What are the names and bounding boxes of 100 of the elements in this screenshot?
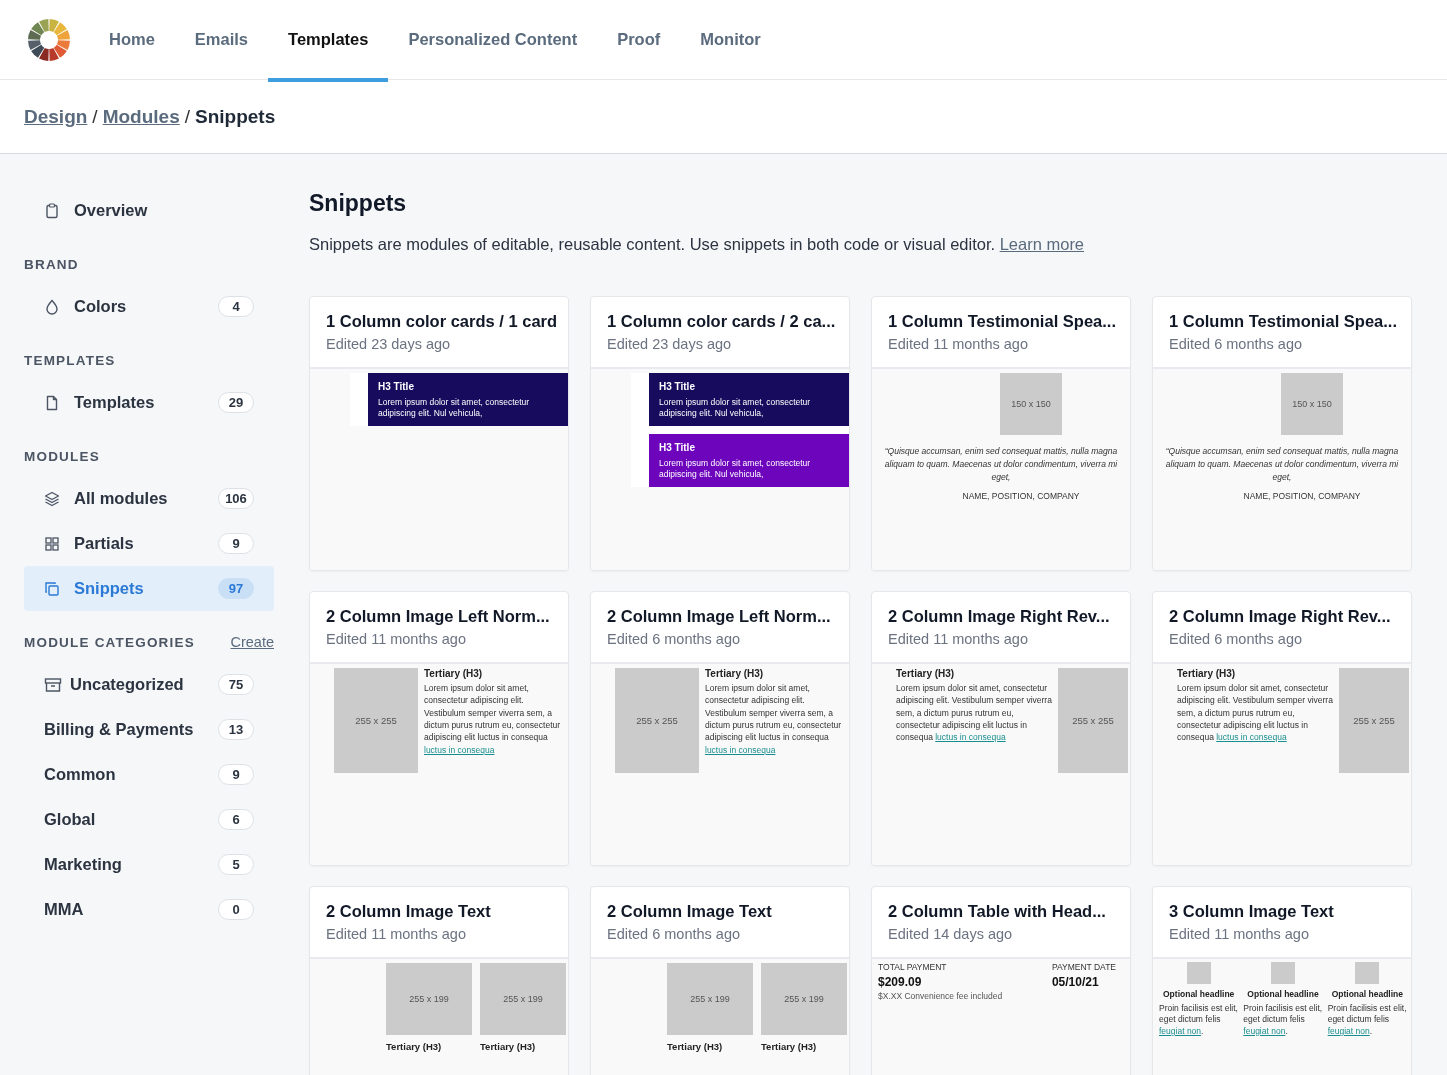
learn-more-link[interactable]: Learn more xyxy=(999,235,1085,253)
nav-tab[interactable]: Personalized Content xyxy=(388,0,598,82)
image-placeholder: 255 x 199 xyxy=(386,963,472,1035)
sidebar-item[interactable]: Marketing 5 xyxy=(24,842,274,887)
preview-link[interactable]: feugiat non xyxy=(1327,1025,1370,1036)
count-badge: 13 xyxy=(218,719,254,740)
nav-tab[interactable]: Proof xyxy=(597,0,681,82)
breadcrumb-separator: / xyxy=(184,105,190,128)
preview-paragraph: Lorem ipsum dolor sit amet, consectetur adipiscing elit. Vestibulum semper viverra sem, a dictum purus rutrum eu, consectetur adipiscing elit luctus in consequa luctus in consequa xyxy=(424,682,562,756)
snippet-card[interactable]: 2 Column Image Text Edited 11 months ago 255 x 199 Tertiary (H3) 255 x 199 Tertiary (H3) xyxy=(309,886,569,1075)
preview-link[interactable]: luctus in consequa xyxy=(705,744,776,755)
testimonial-quote: “Quisque accumsan, enim sed consequat mattis, nulla magna aliquam to quam. Maecenas ut dolor condimentum, viverra mi eget, xyxy=(883,445,1119,484)
breadcrumb-link[interactable]: Design xyxy=(24,105,88,128)
sidebar-item[interactable]: Templates 29 xyxy=(24,380,274,425)
breadcrumb-separator: / xyxy=(92,105,98,128)
preview-heading: Tertiary (H3) xyxy=(480,1041,537,1052)
snippet-card[interactable] xyxy=(590,296,850,571)
nav-tab[interactable]: Templates xyxy=(268,0,389,82)
count-badge: 29 xyxy=(218,392,254,413)
preview-heading: Tertiary (H3) xyxy=(1177,668,1237,679)
count-badge: 6 xyxy=(218,809,254,830)
page-title: Snippets xyxy=(309,190,408,217)
sidebar-item[interactable]: Colors 4 xyxy=(24,284,274,329)
image-placeholder: 150 x 150 xyxy=(1000,373,1062,435)
archive-icon xyxy=(44,676,62,693)
card-title: 2 Column Table with Head... xyxy=(888,902,1107,921)
card-title: 2 Column Image Left Norm... xyxy=(607,607,832,626)
card-title: 3 Column Image Text xyxy=(1169,902,1335,921)
sidebar-item[interactable]: All modules 106 xyxy=(24,476,274,521)
sidebar-item[interactable]: Snippets 97 xyxy=(24,566,274,611)
preview-link[interactable]: luctus in consequa xyxy=(424,744,495,755)
sidebar-item[interactable]: Overview xyxy=(24,188,274,233)
image-placeholder: 150 x 150 xyxy=(1281,373,1343,435)
card-edited-date: Edited 14 days ago xyxy=(888,926,1014,942)
preview-heading: Optional headline xyxy=(1163,989,1235,999)
card-edited-date: Edited 11 months ago xyxy=(1169,926,1310,942)
card-edited-date: Edited 6 months ago xyxy=(1169,336,1303,352)
snippet-card[interactable]: 2 Column Image Text Edited 6 months ago 255 x 199 Tertiary (H3) 255 x 199 Tertiary (H3) xyxy=(590,886,850,1075)
card-title: 2 Column Image Right Rev... xyxy=(1169,607,1392,626)
image-placeholder xyxy=(1186,962,1211,984)
count-badge: 9 xyxy=(218,764,254,785)
testimonial-quote: “Quisque accumsan, enim sed consequat mattis, nulla magna aliquam to quam. Maecenas ut dolor condimentum, viverra mi eget, xyxy=(1164,445,1400,484)
preview-paragraph: Lorem ipsum dolor sit amet, consectetur adipiscing elit. Vestibulum semper viverra sem, a dictum purus rutrum eu, consectetur adipiscing elit luctus in consequa luctus in consequa xyxy=(705,682,843,756)
sidebar-item[interactable]: Common 9 xyxy=(24,752,274,797)
card-edited-date: Edited 11 months ago xyxy=(888,631,1029,647)
card-edited-date: Edited 23 days ago xyxy=(607,336,733,352)
preview-heading: Tertiary (H3) xyxy=(424,668,484,679)
preview-paragraph: Lorem ipsum dolor sit amet, consectetur adipiscing elit. Vestibulum semper viverra sem, a dictum purus rutrum eu, consectetur adipiscing elit luctus in consequa luctus in consequa xyxy=(1177,682,1333,744)
card-edited-date: Edited 6 months ago xyxy=(1169,631,1303,647)
preview-paragraph: Proin facilisis est elit, eget dictum felis feugiat non. xyxy=(1243,1003,1323,1038)
breadcrumb-current: Snippets xyxy=(195,105,276,128)
logo-icon[interactable] xyxy=(27,17,71,62)
section-heading: TEMPLATES xyxy=(24,352,116,368)
card-title: 1 Column Testimonial Spea... xyxy=(1169,312,1395,331)
card-title: 2 Column Image Text xyxy=(607,902,773,921)
sidebar-item[interactable]: Global 6 xyxy=(24,797,274,842)
payment-label: PAYMENT DATE xyxy=(1051,962,1116,972)
droplet-icon xyxy=(44,298,60,315)
color-card-text: Lorem ipsum dolor sit amet, consectetur adipiscing elit. Nul vehicula, xyxy=(378,397,531,420)
preview-heading: Tertiary (H3) xyxy=(761,1041,818,1052)
count-badge: 97 xyxy=(218,578,254,599)
sidebar-item[interactable]: MMA 0 xyxy=(24,887,274,932)
color-card-text: Lorem ipsum dolor sit amet, consectetur adipiscing elit. Nul vehicula, xyxy=(659,397,812,420)
image-placeholder xyxy=(1271,962,1295,984)
card-title: 1 Column color cards / 2 ca... xyxy=(607,312,833,331)
color-card-text: Lorem ipsum dolor sit amet, consectetur adipiscing elit. Nul vehicula, xyxy=(659,458,812,481)
sidebar-item[interactable]: Partials 9 xyxy=(24,521,274,566)
card-edited-date: Edited 11 months ago xyxy=(326,631,467,647)
preview-heading: Tertiary (H3) xyxy=(386,1041,443,1052)
sidebar-item[interactable]: Uncategorized 75 xyxy=(24,662,274,707)
snippet-card[interactable]: 1 Column color cards / 1 card Edited 23 days ago H3 Title Lorem ipsum dolor sit amet, consectetur adipiscing elit. Nul vehicula, xyxy=(309,296,569,571)
preview-heading: Optional headline xyxy=(1247,989,1319,999)
section-heading: MODULES xyxy=(24,448,100,464)
testimonial-attribution: NAME, POSITION, COMPANY xyxy=(1243,491,1361,502)
nav-tab[interactable]: Home xyxy=(89,0,175,82)
preview-paragraph: Proin facilisis est elit, eget dictum felis feugiat non. xyxy=(1327,1003,1407,1038)
image-placeholder: 255 x 199 xyxy=(667,963,753,1035)
payment-value: 05/10/21 xyxy=(1051,975,1100,989)
testimonial-attribution: NAME, POSITION, COMPANY xyxy=(962,491,1080,502)
count-badge: 9 xyxy=(218,533,254,554)
color-card-title: H3 Title xyxy=(378,381,415,392)
nav-tab[interactable]: Monitor xyxy=(680,0,781,82)
preview-link[interactable]: luctus in consequa xyxy=(935,732,1006,743)
preview-link[interactable]: luctus in consequa xyxy=(1216,732,1287,743)
card-edited-date: Edited 11 months ago xyxy=(888,336,1029,352)
page-description: Snippets are modules of editable, reusable content. Use snippets in both code or visual editor. Learn more xyxy=(309,235,1086,254)
preview-paragraph: Lorem ipsum dolor sit amet, consectetur adipiscing elit. Vestibulum semper viverra sem, a dictum purus rutrum eu, consectetur adipiscing elit luctus in consequa luctus in consequa xyxy=(896,682,1052,744)
image-placeholder: 255 x 255 xyxy=(1058,668,1128,773)
preview-heading: Tertiary (H3) xyxy=(667,1041,724,1052)
create-link[interactable]: Create xyxy=(230,634,274,650)
color-card-title: H3 Title xyxy=(659,381,696,392)
sidebar-item[interactable]: Billing & Payments 13 xyxy=(24,707,274,752)
preview-paragraph: Proin facilisis est elit, eget dictum felis feugiat non. xyxy=(1159,1003,1239,1038)
card-edited-date: Edited 6 months ago xyxy=(607,631,741,647)
snippet-card[interactable]: 2 Column Table with Head... Edited 14 days ago TOTAL PAYMENT $209.09 $X.XX Convenience fee included PAYMENT DATE 05/10/21 xyxy=(871,886,1131,1075)
nav-tab[interactable]: Emails xyxy=(174,0,269,82)
section-heading: BRAND xyxy=(24,256,79,272)
image-placeholder: 255 x 199 xyxy=(480,963,566,1035)
breadcrumb-link[interactable]: Modules xyxy=(102,105,180,128)
card-edited-date: Edited 11 months ago xyxy=(326,926,467,942)
